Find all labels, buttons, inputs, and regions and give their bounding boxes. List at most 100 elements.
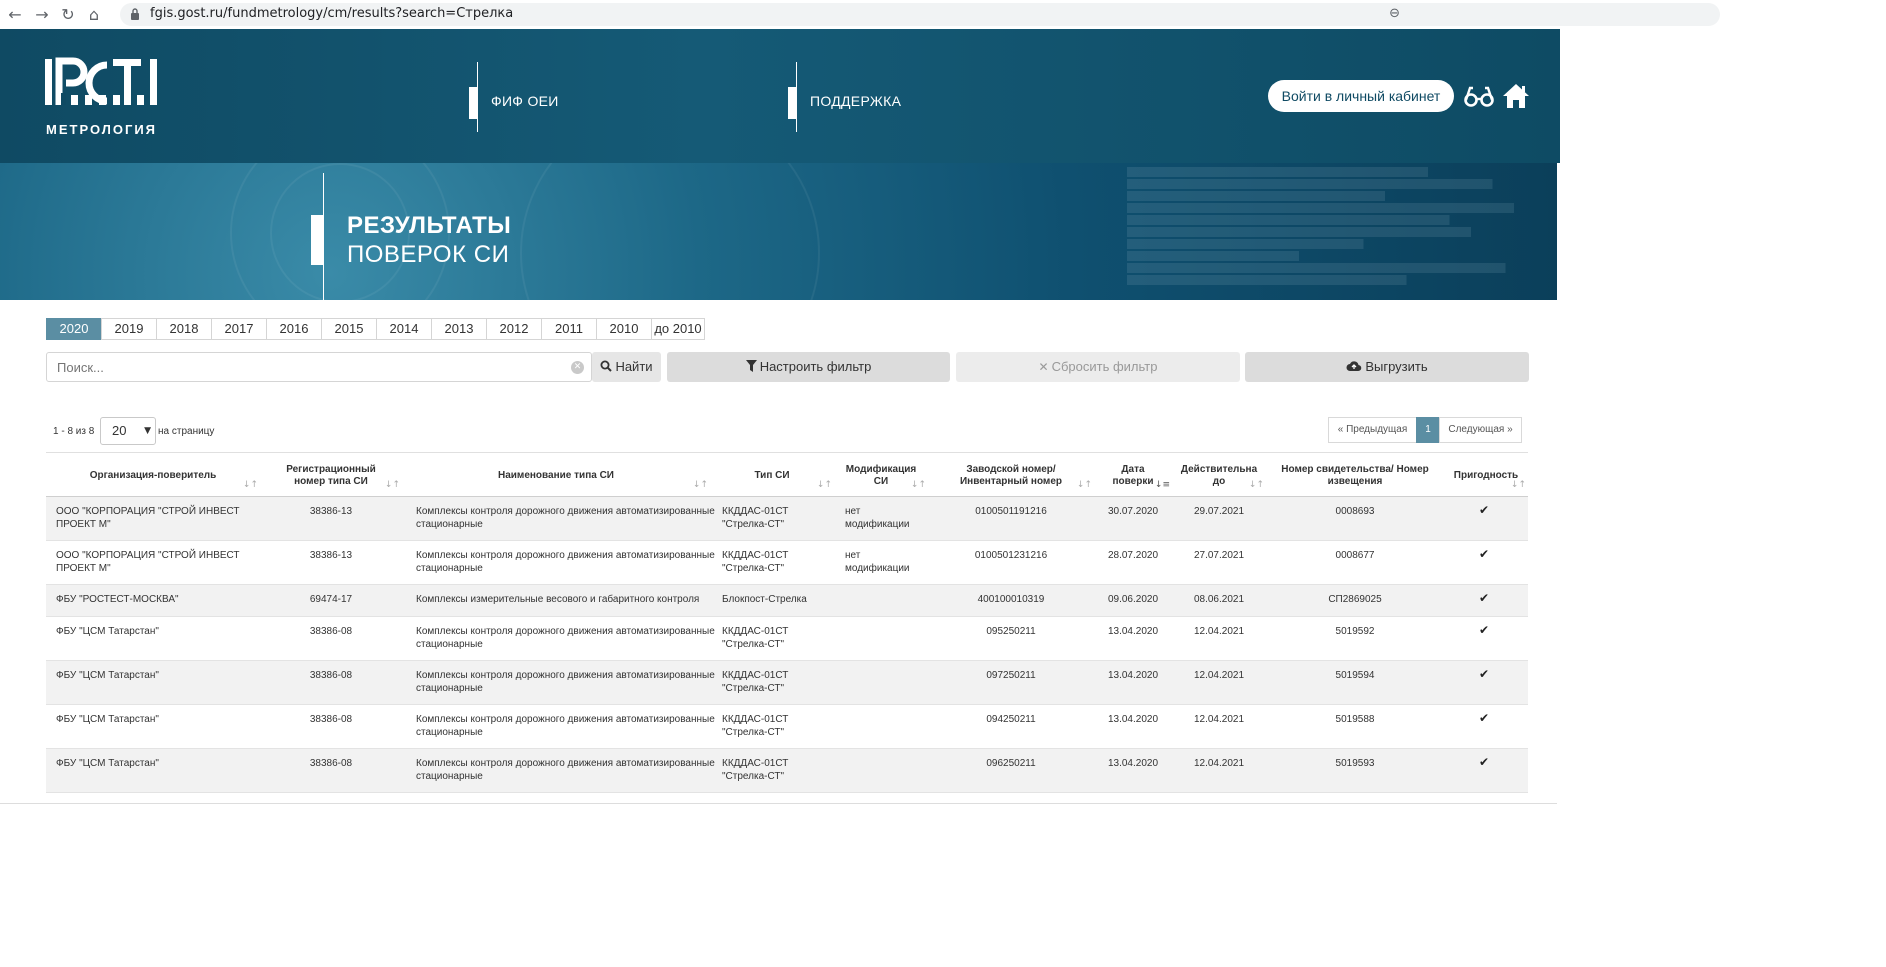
column-header-certificate[interactable]: Номер свидетельства/ Номер извещения — [1266, 453, 1444, 498]
cell-valid-until: 12.04.2021 — [1193, 626, 1245, 637]
home-nav-icon[interactable]: ⌂ — [84, 5, 104, 25]
tab-year-2012[interactable]: 2012 — [486, 318, 542, 340]
cell-type-name: Комплексы измерительные весового и габар… — [416, 594, 700, 605]
chevron-down-icon: ▼ — [144, 426, 151, 436]
sort-icon[interactable]: ↓↑ — [243, 479, 258, 491]
tab-year-2020[interactable]: 2020 — [46, 318, 102, 340]
cell-type: ККДДАС-01СТ "Стрелка-СТ" — [722, 714, 789, 738]
back-icon[interactable]: ← — [5, 5, 25, 25]
check-icon: ✔ — [1479, 711, 1490, 725]
cell-organization: ФБУ "РОСТЕСТ-МОСКВА" — [56, 594, 179, 605]
cell-serial: 096250211 — [986, 758, 1036, 769]
cell-certificate[interactable]: 5019592 — [1266, 625, 1444, 638]
cell-reg-number[interactable]: 38386-08 — [260, 625, 402, 638]
address-bar[interactable]: fgis.gost.ru/fundmetrology/cm/results?se… — [120, 3, 1720, 26]
sort-icon[interactable]: ↓↑ — [1511, 479, 1526, 491]
sort-icon[interactable]: ↓↑ — [817, 479, 832, 491]
cell-reg-number[interactable]: 38386-08 — [260, 757, 402, 770]
sort-icon[interactable]: ↓↑ — [693, 479, 708, 491]
table-row[interactable]: ООО "КОРПОРАЦИЯ "СТРОЙ ИНВЕСТ ПРОЕКТ М" … — [46, 541, 1528, 585]
table-row[interactable]: ФБУ "ЦСМ Татарстан" 38386-08 Комплексы к… — [46, 705, 1528, 749]
cell-reg-number[interactable]: 38386-08 — [260, 713, 402, 726]
sort-icon[interactable]: ↓↑ — [1249, 479, 1264, 491]
tab-year-2017[interactable]: 2017 — [211, 318, 267, 340]
tab-year-2010[interactable]: 2010 — [596, 318, 652, 340]
cell-serial: 0100501191216 — [975, 506, 1047, 517]
prev-page-button[interactable]: « Предыдущая — [1328, 417, 1417, 443]
sort-icon[interactable]: ↓↑ — [385, 479, 400, 491]
check-icon: ✔ — [1479, 547, 1490, 561]
cell-reg-number[interactable]: 38386-13 — [260, 505, 402, 518]
sort-icon[interactable]: ↓↑ — [1077, 479, 1092, 491]
check-icon: ✔ — [1479, 503, 1490, 517]
tab-year-2014[interactable]: 2014 — [376, 318, 432, 340]
clear-search-icon[interactable]: ✕ — [571, 361, 584, 374]
column-header-type[interactable]: Тип СИ ↓↑ — [710, 453, 834, 498]
cell-type-name: Комплексы контроля дорожного движения ав… — [416, 670, 715, 694]
find-button[interactable]: Найти — [592, 352, 661, 382]
menu-label[interactable]: ПОДДЕРЖКА — [810, 93, 901, 109]
tab-year-before-2010[interactable]: до 2010 — [651, 318, 705, 340]
tab-year-2018[interactable]: 2018 — [156, 318, 212, 340]
page-banner: РЕЗУЛЬТАТЫ ПОВЕРОК СИ — [0, 163, 1557, 300]
menu-label[interactable]: ФИФ ОЕИ — [491, 93, 559, 109]
zoom-icon[interactable]: ⊖ — [1389, 6, 1400, 21]
column-header-verification-date[interactable]: Дата поверки ↓≡ — [1094, 453, 1172, 498]
forward-icon[interactable]: → — [32, 5, 52, 25]
reset-filter-button[interactable]: ✕ Сбросить фильтр — [956, 352, 1240, 382]
sort-icon[interactable]: ↓↑ — [911, 479, 926, 491]
cell-verification-date: 09.06.2020 — [1107, 594, 1159, 605]
tab-year-2015[interactable]: 2015 — [321, 318, 377, 340]
menu-marker — [469, 87, 477, 119]
next-page-button[interactable]: Следующая » — [1439, 417, 1522, 443]
table-row[interactable]: ФБУ "ЦСМ Татарстан" 38386-08 Комплексы к… — [46, 749, 1528, 793]
home-icon[interactable] — [1502, 83, 1530, 109]
check-icon: ✔ — [1479, 667, 1490, 681]
tab-year-2011[interactable]: 2011 — [541, 318, 597, 340]
column-header-valid-until[interactable]: Действительна до ↓↑ — [1172, 453, 1266, 498]
column-header-modification[interactable]: Модификация СИ ↓↑ — [834, 453, 928, 498]
cell-type-name: Комплексы контроля дорожного движения ав… — [416, 506, 715, 530]
tab-year-2019[interactable]: 2019 — [101, 318, 157, 340]
cell-certificate[interactable]: СП2869025 — [1266, 593, 1444, 606]
tab-year-2016[interactable]: 2016 — [266, 318, 322, 340]
page-title: РЕЗУЛЬТАТЫ — [347, 212, 512, 239]
cell-certificate[interactable]: 5019588 — [1266, 713, 1444, 726]
export-button[interactable]: Выгрузить — [1245, 352, 1529, 382]
cell-certificate[interactable]: 0008677 — [1266, 549, 1444, 562]
cell-certificate[interactable]: 5019593 — [1266, 757, 1444, 770]
per-page-select[interactable]: 20 ▼ — [100, 417, 156, 445]
filter-icon — [745, 360, 757, 372]
column-header-organization[interactable]: Организация-поверитель ↓↑ — [46, 453, 260, 498]
login-button[interactable]: Войти в личный кабинет — [1268, 80, 1454, 112]
table-row[interactable]: ООО "КОРПОРАЦИЯ "СТРОЙ ИНВЕСТ ПРОЕКТ М" … — [46, 497, 1528, 541]
cell-type-name: Комплексы контроля дорожного движения ав… — [416, 626, 715, 650]
browser-toolbar: ← → ↻ ⌂ fgis.gost.ru/fundmetrology/cm/re… — [0, 0, 1886, 29]
cell-organization: ФБУ "ЦСМ Татарстан" — [56, 626, 159, 637]
page-1-button[interactable]: 1 — [1416, 417, 1440, 443]
cell-serial: 094250211 — [986, 714, 1036, 725]
cell-serial: 0100501231216 — [974, 550, 1048, 561]
cell-certificate[interactable]: 0008693 — [1266, 505, 1444, 518]
cell-reg-number[interactable]: 38386-13 — [260, 549, 402, 562]
table-row[interactable]: ФБУ "РОСТЕСТ-МОСКВА" 69474-17 Комплексы … — [46, 585, 1528, 617]
table-row[interactable]: ФБУ "ЦСМ Татарстан" 38386-08 Комплексы к… — [46, 661, 1528, 705]
search-input[interactable] — [46, 352, 592, 382]
cell-reg-number[interactable]: 38386-08 — [260, 669, 402, 682]
table-row[interactable]: ФБУ "ЦСМ Татарстан" 38386-08 Комплексы к… — [46, 617, 1528, 661]
tab-year-2013[interactable]: 2013 — [431, 318, 487, 340]
check-icon: ✔ — [1479, 755, 1490, 769]
banner-code-decoration — [1127, 163, 1557, 300]
menu-marker — [788, 87, 796, 119]
url-text: fgis.gost.ru/fundmetrology/cm/results?se… — [150, 6, 514, 21]
sort-desc-icon[interactable]: ↓≡ — [1155, 479, 1170, 491]
cell-certificate[interactable]: 5019594 — [1266, 669, 1444, 682]
glasses-icon[interactable] — [1464, 85, 1494, 109]
reload-icon[interactable]: ↻ — [58, 5, 78, 25]
column-header-type-name[interactable]: Наименование типа СИ ↓↑ — [402, 453, 710, 498]
column-header-serial[interactable]: Заводской номер/ Инвентарный номер ↓↑ — [928, 453, 1094, 498]
column-header-suitability[interactable]: Пригодность ↓↑ — [1444, 453, 1528, 498]
cell-reg-number[interactable]: 69474-17 — [260, 593, 402, 606]
configure-filter-button[interactable]: Настроить фильтр — [667, 352, 950, 382]
column-header-reg-number[interactable]: Регистрационный номер типа СИ ↓↑ — [260, 453, 402, 498]
